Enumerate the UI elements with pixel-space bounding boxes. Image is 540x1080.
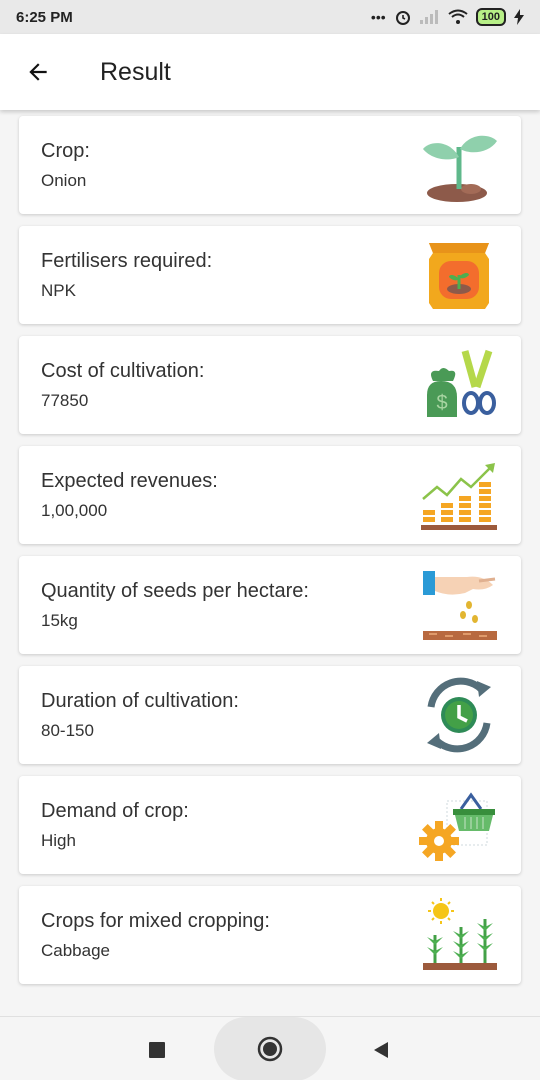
card-label: Fertilisers required:: [41, 250, 213, 272]
more-dots-icon: •••: [370, 9, 386, 25]
card-label: Quantity of seeds per hectare:: [41, 580, 309, 602]
card-crop: Crop: Onion: [19, 116, 521, 214]
signal-icon: [419, 10, 438, 24]
card-value: 15kg: [41, 611, 78, 630]
status-time: 6:25 PM: [16, 8, 73, 26]
square-icon: [149, 1042, 165, 1058]
card-value: NPK: [41, 281, 76, 300]
home-circle-icon: [257, 1036, 283, 1062]
card-mixed-cropping: Crops for mixed cropping: Cabbage: [19, 886, 521, 984]
card-label: Demand of crop:: [41, 800, 189, 822]
card-value: Cabbage: [41, 941, 111, 960]
back-nav-button[interactable]: [364, 1033, 398, 1067]
battery-indicator: 100: [475, 8, 506, 26]
wifi-icon: [448, 9, 468, 24]
alarm-icon: [395, 11, 410, 25]
sprout-icon: [423, 135, 497, 202]
card-value: Onion: [41, 171, 87, 190]
page-title: Result: [100, 57, 171, 86]
fertiliser-bag-icon: [429, 243, 489, 309]
recents-button[interactable]: [140, 1033, 174, 1067]
card-revenues: Expected revenues: 1,00,000: [19, 446, 521, 544]
card-value: 1,00,000: [41, 501, 108, 520]
navigation-bar: [0, 1016, 540, 1080]
card-value: 80-150: [41, 721, 94, 740]
money-bag-shears-icon: $: [427, 349, 496, 417]
app-bar: Result: [0, 34, 540, 110]
clock-cycle-icon: [427, 677, 491, 753]
arrow-back-icon: [29, 63, 47, 81]
status-icons: ••• 100: [371, 8, 524, 26]
card-label: Crop:: [41, 140, 90, 162]
card-value: High: [41, 831, 76, 850]
card-label: Duration of cultivation:: [41, 690, 239, 712]
card-fertilisers: Fertilisers required: NPK: [19, 226, 521, 324]
card-duration: Duration of cultivation: 80-150: [19, 666, 521, 764]
triangle-back-icon: [374, 1042, 388, 1058]
basket-gear-icon: [419, 792, 495, 861]
card-seeds: Quantity of seeds per hectare: 15kg: [19, 556, 521, 654]
sowing-seeds-icon: [423, 571, 497, 640]
card-value: 77850: [41, 391, 89, 410]
mixed-crops-icon: [423, 898, 497, 970]
back-button[interactable]: [0, 34, 76, 110]
status-bar: 6:25 PM ••• 100: [0, 0, 540, 34]
svg-text:$: $: [436, 392, 447, 414]
card-demand: Demand of crop: High: [19, 776, 521, 874]
card-label: Crops for mixed cropping:: [41, 910, 270, 932]
home-button[interactable]: [214, 1017, 326, 1080]
card-label: Expected revenues:: [41, 470, 218, 492]
revenue-growth-icon: [421, 463, 497, 530]
card-label: Cost of cultivation:: [41, 360, 205, 382]
charging-icon: [514, 9, 524, 25]
card-cost: Cost of cultivation: 77850 $: [19, 336, 521, 434]
